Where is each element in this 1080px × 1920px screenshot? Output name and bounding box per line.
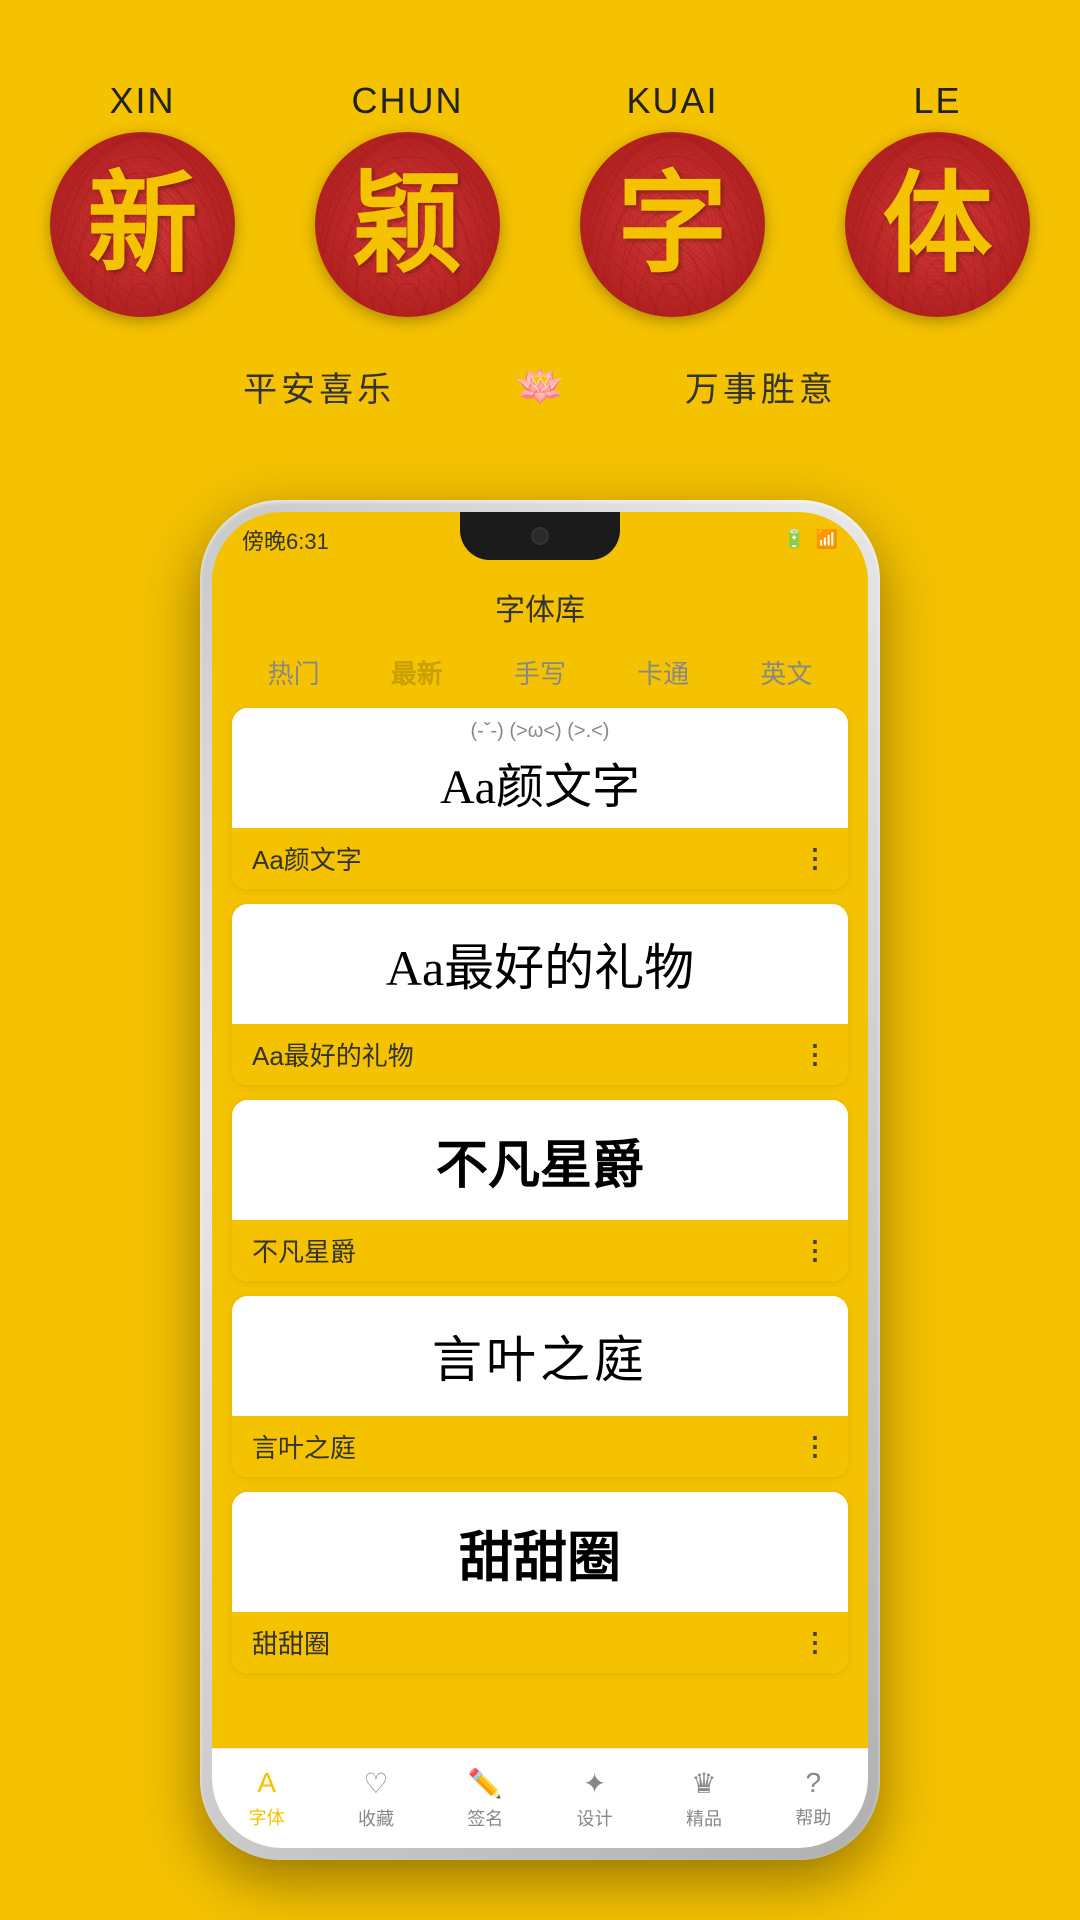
app-content: 字体库 热门 最新 手写 卡通 英文 (-ˇ-) (>ω<) (>.<) xyxy=(212,567,868,1748)
nav-design[interactable]: ✦ 设计 xyxy=(577,1767,613,1831)
font-card-5[interactable]: 甜甜圈 甜甜圈 ⋮ xyxy=(232,1492,848,1673)
bottom-nav: A 字体 ♡ 收藏 ✏️ 签名 ✦ 设计 ♛ 精品 xyxy=(212,1748,868,1848)
tab-handwrite[interactable]: 手写 xyxy=(504,649,576,696)
font-preview-3: 不凡星爵 xyxy=(232,1100,848,1220)
pen-icon: ✏️ xyxy=(468,1767,503,1800)
help-icon: ? xyxy=(806,1767,822,1799)
font-card-3[interactable]: 不凡星爵 不凡星爵 ⋮ xyxy=(232,1100,848,1281)
heart-icon: ♡ xyxy=(363,1767,388,1800)
app-title: 字体库 xyxy=(212,567,868,639)
font-preview-4: 言叶之庭 xyxy=(232,1296,848,1416)
circle-kuai: 字 xyxy=(580,132,765,317)
phone-screen: 傍晚6:31 🔋 📶 字体库 热门 最新 手写 卡通 英文 xyxy=(212,512,868,1848)
font-preview-2: Aa最好的礼物 xyxy=(232,904,848,1024)
font-list: (-ˇ-) (>ω<) (>.<) Aa颜文字 Aa颜文字 ⋮ Aa最好的礼物 xyxy=(212,708,868,1673)
pinyin-le: LE xyxy=(913,80,961,122)
header-section: XIN 新 CHUN 颖 KUAI 字 LE 体 xyxy=(0,0,1080,411)
circle-xin: 新 xyxy=(50,132,235,317)
font-meta-5: 甜甜圈 ⋮ xyxy=(232,1612,848,1673)
font-nav-icon: A xyxy=(257,1767,276,1799)
font-meta-2: Aa最好的礼物 ⋮ xyxy=(232,1024,848,1085)
nav-design-label: 设计 xyxy=(577,1805,613,1831)
nav-signature[interactable]: ✏️ 签名 xyxy=(467,1767,503,1831)
font-card-4[interactable]: 言叶之庭 言叶之庭 ⋮ xyxy=(232,1296,848,1477)
nav-font[interactable]: A 字体 xyxy=(249,1767,285,1830)
lotus-icon: 🪷 xyxy=(515,363,565,410)
tab-latest[interactable]: 最新 xyxy=(381,649,453,696)
tab-cartoon[interactable]: 卡通 xyxy=(627,649,699,696)
font-name-4: 言叶之庭 xyxy=(252,1428,356,1465)
status-icons: 🔋 📶 xyxy=(783,529,838,550)
nav-favorites[interactable]: ♡ 收藏 xyxy=(358,1767,394,1831)
phone-mockup: 傍晚6:31 🔋 📶 字体库 热门 最新 手写 卡通 英文 xyxy=(200,500,880,1860)
crown-icon: ♛ xyxy=(691,1767,716,1800)
char-le: LE 体 xyxy=(845,80,1030,317)
font-meta-4: 言叶之庭 ⋮ xyxy=(232,1416,848,1477)
nav-premium[interactable]: ♛ 精品 xyxy=(686,1767,722,1831)
tab-english[interactable]: 英文 xyxy=(750,649,822,696)
font-card-1[interactable]: (-ˇ-) (>ω<) (>.<) Aa颜文字 Aa颜文字 ⋮ xyxy=(232,708,848,889)
font-preview-text-5: 甜甜圈 xyxy=(459,1513,621,1592)
subtitle-row: 平安喜乐 🪷 万事胜意 xyxy=(243,362,837,411)
font-preview-1: (-ˇ-) (>ω<) (>.<) Aa颜文字 xyxy=(232,708,848,828)
pinyin-xin: XIN xyxy=(109,80,175,122)
status-time: 傍晚6:31 xyxy=(242,524,329,556)
tab-hot[interactable]: 热门 xyxy=(258,649,330,696)
more-icon-3[interactable]: ⋮ xyxy=(802,1235,828,1266)
pinyin-kuai: KUAI xyxy=(626,80,718,122)
char-kuai-text: 字 xyxy=(618,170,728,280)
more-icon-1[interactable]: ⋮ xyxy=(802,843,828,874)
circle-chun: 颖 xyxy=(315,132,500,317)
circle-le: 体 xyxy=(845,132,1030,317)
pinyin-chun: CHUN xyxy=(352,80,464,122)
font-preview-text-2: Aa最好的礼物 xyxy=(386,928,694,1000)
char-chun: CHUN 颖 xyxy=(315,80,500,317)
more-icon-5[interactable]: ⋮ xyxy=(802,1627,828,1658)
font-name-2: Aa最好的礼物 xyxy=(252,1036,414,1073)
font-preview-text-4: 言叶之庭 xyxy=(432,1320,648,1392)
font-name-1: Aa颜文字 xyxy=(252,840,362,877)
more-icon-2[interactable]: ⋮ xyxy=(802,1039,828,1070)
font-meta-1: Aa颜文字 ⋮ xyxy=(232,828,848,889)
top-tab-bar[interactable]: 热门 最新 手写 卡通 英文 xyxy=(212,639,868,696)
subtitle-right: 万事胜意 xyxy=(685,362,837,411)
nav-premium-label: 精品 xyxy=(686,1805,722,1831)
pinyin-row: XIN 新 CHUN 颖 KUAI 字 LE 体 xyxy=(50,80,1030,317)
phone-outer-shell: 傍晚6:31 🔋 📶 字体库 热门 最新 手写 卡通 英文 xyxy=(200,500,880,1860)
nav-favorites-label: 收藏 xyxy=(358,1805,394,1831)
phone-notch xyxy=(460,512,620,560)
char-chun-text: 颖 xyxy=(353,170,463,280)
front-camera xyxy=(531,527,549,545)
font-name-3: 不凡星爵 xyxy=(252,1232,356,1269)
battery-icon: 🔋 xyxy=(783,529,805,550)
font-preview-text-3: 不凡星爵 xyxy=(436,1123,644,1198)
font-card-2[interactable]: Aa最好的礼物 Aa最好的礼物 ⋮ xyxy=(232,904,848,1085)
char-le-text: 体 xyxy=(883,170,993,280)
nav-signature-label: 签名 xyxy=(467,1805,503,1831)
font-meta-3: 不凡星爵 ⋮ xyxy=(232,1220,848,1281)
char-xin-text: 新 xyxy=(88,170,198,280)
subtitle-left: 平安喜乐 xyxy=(243,362,395,411)
font-preview-text-1: Aa颜文字 xyxy=(440,761,640,814)
font-preview-5: 甜甜圈 xyxy=(232,1492,848,1612)
font-name-5: 甜甜圈 xyxy=(252,1624,330,1661)
nav-help[interactable]: ? 帮助 xyxy=(795,1767,831,1830)
design-icon: ✦ xyxy=(583,1767,606,1800)
char-xin: XIN 新 xyxy=(50,80,235,317)
wifi-icon: 📶 xyxy=(816,529,838,550)
nav-font-label: 字体 xyxy=(249,1804,285,1830)
more-icon-4[interactable]: ⋮ xyxy=(802,1431,828,1462)
char-kuai: KUAI 字 xyxy=(580,80,765,317)
nav-help-label: 帮助 xyxy=(795,1804,831,1830)
